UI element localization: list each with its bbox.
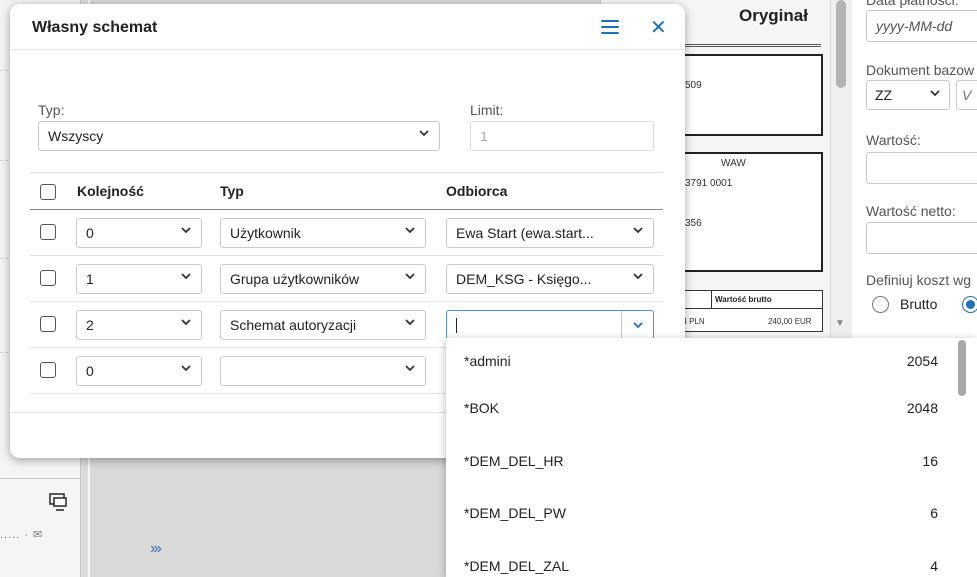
option-name: *admini bbox=[464, 353, 511, 369]
column-header-type: Typ bbox=[220, 183, 244, 199]
cost-definition-label: Definiuj koszt wg bbox=[866, 272, 972, 288]
brutto-radio-label: Brutto bbox=[900, 296, 938, 312]
chevron-down-icon bbox=[632, 224, 644, 236]
chevron-down-icon bbox=[404, 316, 416, 328]
recipient-dropdown-list: *admini 2054 *BOK 2048 *DEM_DEL_HR 16 *D… bbox=[446, 338, 977, 577]
dropdown-scroll-thumb[interactable] bbox=[958, 340, 966, 396]
list-item[interactable]: *BOK 2048 bbox=[446, 385, 956, 432]
chevron-down-icon bbox=[418, 127, 430, 139]
net-value-label: Wartość netto: bbox=[866, 203, 956, 219]
type-cell-select[interactable] bbox=[220, 356, 426, 386]
scroll-down-icon[interactable]: ▼ bbox=[835, 318, 845, 329]
payment-date-input[interactable]: yyyy-MM-dd bbox=[866, 10, 977, 42]
close-icon[interactable]: ✕ bbox=[650, 15, 667, 40]
type-select[interactable]: Wszyscy bbox=[38, 121, 440, 151]
chevron-down-icon bbox=[180, 224, 192, 236]
column-header-order: Kolejność bbox=[77, 183, 144, 199]
option-name: *BOK bbox=[464, 400, 500, 416]
type-label: Typ: bbox=[38, 102, 65, 118]
list-item[interactable]: *admini 2054 bbox=[446, 338, 956, 385]
chevron-down-icon bbox=[180, 270, 192, 282]
column-header-recipient: Odbiorca bbox=[446, 183, 508, 199]
select-all-checkbox[interactable] bbox=[40, 184, 56, 200]
brutto-radio[interactable] bbox=[872, 296, 889, 313]
type-cell-value: Użytkownik bbox=[230, 225, 301, 241]
type-cell-value: Schemat autoryzacji bbox=[230, 317, 357, 333]
type-cell-select[interactable]: Grupa użytkowników bbox=[220, 264, 426, 294]
option-count: 6 bbox=[930, 505, 938, 521]
order-select[interactable]: 1 bbox=[76, 264, 202, 294]
expand-chevrons-icon[interactable]: ››› bbox=[150, 540, 162, 558]
row-checkbox[interactable] bbox=[40, 362, 56, 378]
option-count: 2048 bbox=[906, 400, 938, 416]
order-select-value: 1 bbox=[86, 271, 94, 287]
table-row: 0 Użytkownik Ewa Start (ewa.start... bbox=[30, 210, 663, 256]
option-name: *DEM_DEL_ZAL bbox=[464, 558, 570, 574]
list-item[interactable]: *DEM_DEL_ZAL 4 bbox=[446, 543, 956, 577]
limit-input[interactable]: 1 bbox=[470, 121, 654, 151]
order-select-value: 0 bbox=[86, 225, 94, 241]
order-select[interactable]: 0 bbox=[76, 218, 202, 248]
recipient-combobox-active[interactable] bbox=[446, 310, 654, 340]
chevron-down-icon bbox=[633, 322, 643, 329]
row-separator bbox=[0, 478, 80, 479]
table-row: 1 Grupa użytkowników DEM_KSG - Księgo... bbox=[30, 256, 663, 302]
list-item[interactable]: *DEM_DEL_PW 6 bbox=[446, 490, 956, 537]
base-document-number-input[interactable]: V bbox=[956, 80, 977, 110]
option-count: 2054 bbox=[906, 353, 938, 369]
option-count: 16 bbox=[922, 453, 938, 469]
list-item[interactable]: *DEM_DEL_HR 16 bbox=[446, 438, 956, 485]
menu-icon[interactable] bbox=[601, 20, 619, 34]
more-dots: ..... · ✉ bbox=[0, 529, 44, 541]
order-select[interactable]: 2 bbox=[76, 310, 202, 340]
preview-scroll-thumb[interactable] bbox=[836, 0, 846, 88]
dialog-header: Własny schemat ✕ bbox=[10, 4, 685, 50]
type-cell-value: Grupa użytkowników bbox=[230, 271, 360, 287]
row-checkbox[interactable] bbox=[40, 224, 56, 240]
value-input[interactable] bbox=[866, 152, 977, 184]
dialog-title: Własny schemat bbox=[32, 19, 158, 36]
recipient-select[interactable]: Ewa Start (ewa.start... bbox=[446, 218, 654, 248]
chevron-down-icon bbox=[929, 87, 941, 102]
net-value-input[interactable] bbox=[866, 222, 977, 254]
chevron-down-icon bbox=[404, 270, 416, 282]
chevron-down-icon bbox=[180, 362, 192, 374]
recipient-value: DEM_KSG - Księgo... bbox=[456, 271, 592, 287]
payment-date-label: Data płatności: bbox=[866, 0, 959, 8]
limit-label: Limit: bbox=[470, 102, 504, 118]
recipient-dropdown-button[interactable] bbox=[621, 311, 653, 339]
option-name: *DEM_DEL_PW bbox=[464, 505, 566, 521]
chevron-down-icon bbox=[404, 224, 416, 236]
option-name: *DEM_DEL_HR bbox=[464, 453, 564, 469]
order-select-value: 2 bbox=[86, 317, 94, 333]
netto-radio[interactable] bbox=[962, 296, 977, 313]
base-document-label: Dokument bazow bbox=[866, 62, 975, 78]
chevron-down-icon bbox=[180, 316, 192, 328]
table-header: Kolejność Typ Odbiorca bbox=[30, 172, 663, 210]
value-label: Wartość: bbox=[866, 132, 921, 148]
chevron-down-icon bbox=[632, 270, 644, 282]
type-select-value: Wszyscy bbox=[48, 128, 104, 144]
row-checkbox[interactable] bbox=[40, 270, 56, 286]
order-select-value: 0 bbox=[86, 363, 94, 379]
option-count: 4 bbox=[930, 558, 938, 574]
row-checkbox[interactable] bbox=[40, 316, 56, 332]
recipient-select[interactable]: DEM_KSG - Księgo... bbox=[446, 264, 654, 294]
monitor-icon[interactable] bbox=[48, 492, 68, 512]
order-select[interactable]: 0 bbox=[76, 356, 202, 386]
text-cursor bbox=[456, 318, 457, 333]
base-document-value: ZZ bbox=[875, 87, 893, 103]
type-cell-select[interactable]: Użytkownik bbox=[220, 218, 426, 248]
type-cell-select[interactable]: Schemat autoryzacji bbox=[220, 310, 426, 340]
recipient-value: Ewa Start (ewa.start... bbox=[456, 225, 594, 241]
chevron-down-icon bbox=[404, 362, 416, 374]
base-document-select[interactable]: ZZ bbox=[866, 80, 950, 110]
